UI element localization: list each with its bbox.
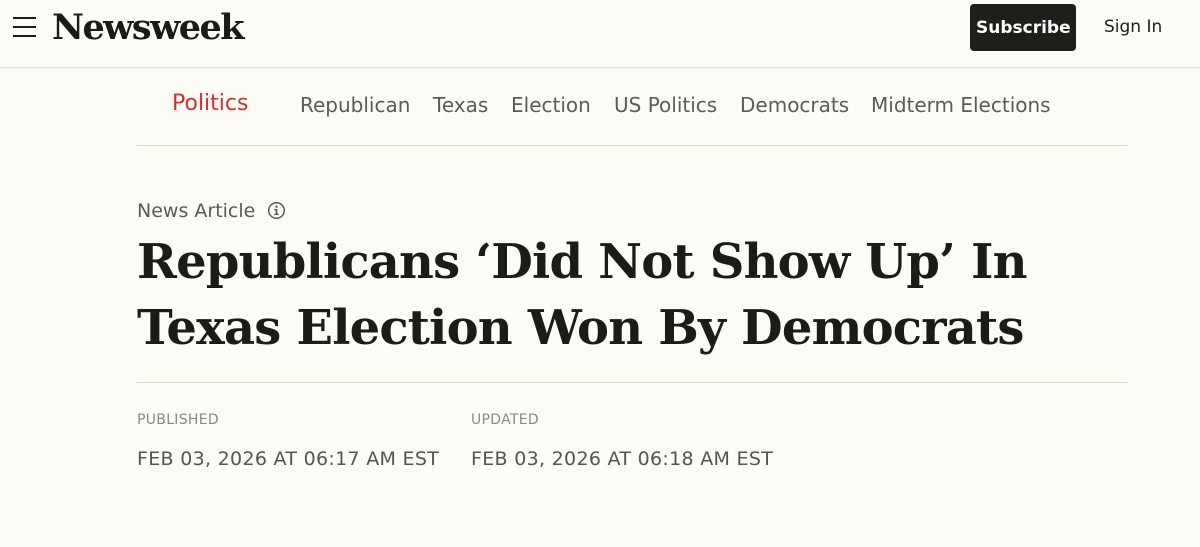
subscribe-button[interactable]: Subscribe bbox=[970, 4, 1076, 51]
topic-link-us-politics[interactable]: US Politics bbox=[614, 90, 717, 120]
topic-link-midterm-elections[interactable]: Midterm Elections bbox=[871, 90, 1051, 120]
updated-date: FEB 03, 2026 AT 06:18 AM EST bbox=[471, 448, 774, 470]
site-logo[interactable]: Newsweek bbox=[52, 6, 245, 50]
updated-label: UPDATED bbox=[471, 412, 539, 428]
topic-link-texas[interactable]: Texas bbox=[433, 90, 488, 120]
published-date: FEB 03, 2026 AT 06:17 AM EST bbox=[137, 448, 440, 470]
topic-link-republican[interactable]: Republican bbox=[300, 90, 410, 120]
article-type: News Article bbox=[137, 197, 286, 225]
topic-link-democrats[interactable]: Democrats bbox=[740, 90, 849, 120]
divider bbox=[137, 382, 1127, 383]
topic-link-politics[interactable]: Politics bbox=[172, 89, 248, 119]
site-header: Newsweek Subscribe Sign In bbox=[0, 0, 1200, 68]
hamburger-menu-icon[interactable] bbox=[13, 17, 37, 37]
topic-nav: Politics Republican Texas Election US Po… bbox=[137, 69, 1127, 146]
sign-in-link[interactable]: Sign In bbox=[1104, 4, 1162, 51]
article-headline: Republicans ‘Did Not Show Up’ In Texas E… bbox=[137, 234, 1028, 356]
info-circle-icon[interactable] bbox=[267, 201, 286, 220]
topic-link-election[interactable]: Election bbox=[511, 90, 591, 120]
article-type-label: News Article bbox=[137, 200, 256, 222]
published-label: PUBLISHED bbox=[137, 412, 219, 428]
